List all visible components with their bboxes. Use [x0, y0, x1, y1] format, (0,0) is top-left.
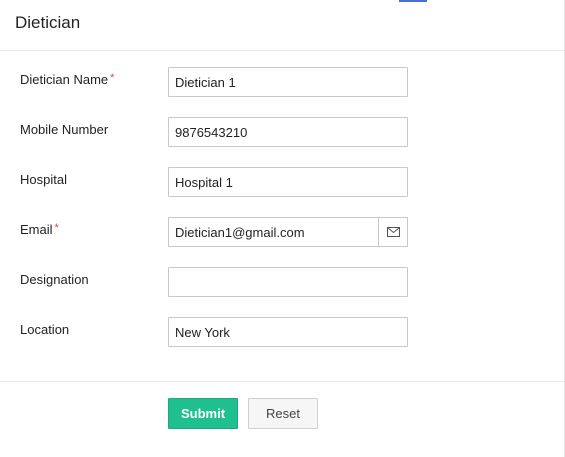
reset-button[interactable]: Reset — [248, 398, 318, 429]
field-row-location: Location — [0, 317, 564, 347]
form-header: Dietician — [0, 0, 564, 51]
label-text: Email — [20, 222, 53, 237]
field-label-designation: Designation — [20, 272, 89, 287]
field-label-hospital: Hospital — [20, 172, 67, 187]
field-row-hospital: Hospital — [0, 167, 564, 197]
location-input[interactable] — [168, 317, 408, 347]
field-label-email: Email * — [20, 222, 59, 237]
field-row-mobile-number: Mobile Number — [0, 117, 564, 147]
required-marker: * — [54, 222, 59, 234]
field-row-dietician-name: Dietician Name * — [0, 67, 564, 97]
field-label-mobile-number: Mobile Number — [20, 122, 109, 137]
required-marker: * — [110, 72, 115, 84]
dietician-form-page: Dietician Dietician Name* Mobile Number … — [0, 0, 565, 457]
email-input[interactable] — [168, 217, 378, 247]
field-row-email: Email * — [0, 217, 564, 247]
mobile-number-input[interactable] — [168, 117, 408, 147]
dietician-name-input[interactable] — [168, 67, 408, 97]
hospital-input[interactable] — [168, 167, 408, 197]
field-row-designation: Designation — [0, 267, 564, 297]
field-label-location: Location — [20, 322, 70, 337]
designation-input[interactable] — [168, 267, 408, 297]
email-addon[interactable] — [378, 217, 408, 247]
footer-divider — [0, 381, 564, 382]
label-text: Dietician Name — [20, 72, 109, 87]
submit-button[interactable]: Submit — [168, 398, 238, 429]
field-label-dietician-name: Dietician Name * — [20, 72, 114, 87]
page-title: Dietician — [15, 13, 81, 32]
envelope-icon — [386, 227, 400, 237]
